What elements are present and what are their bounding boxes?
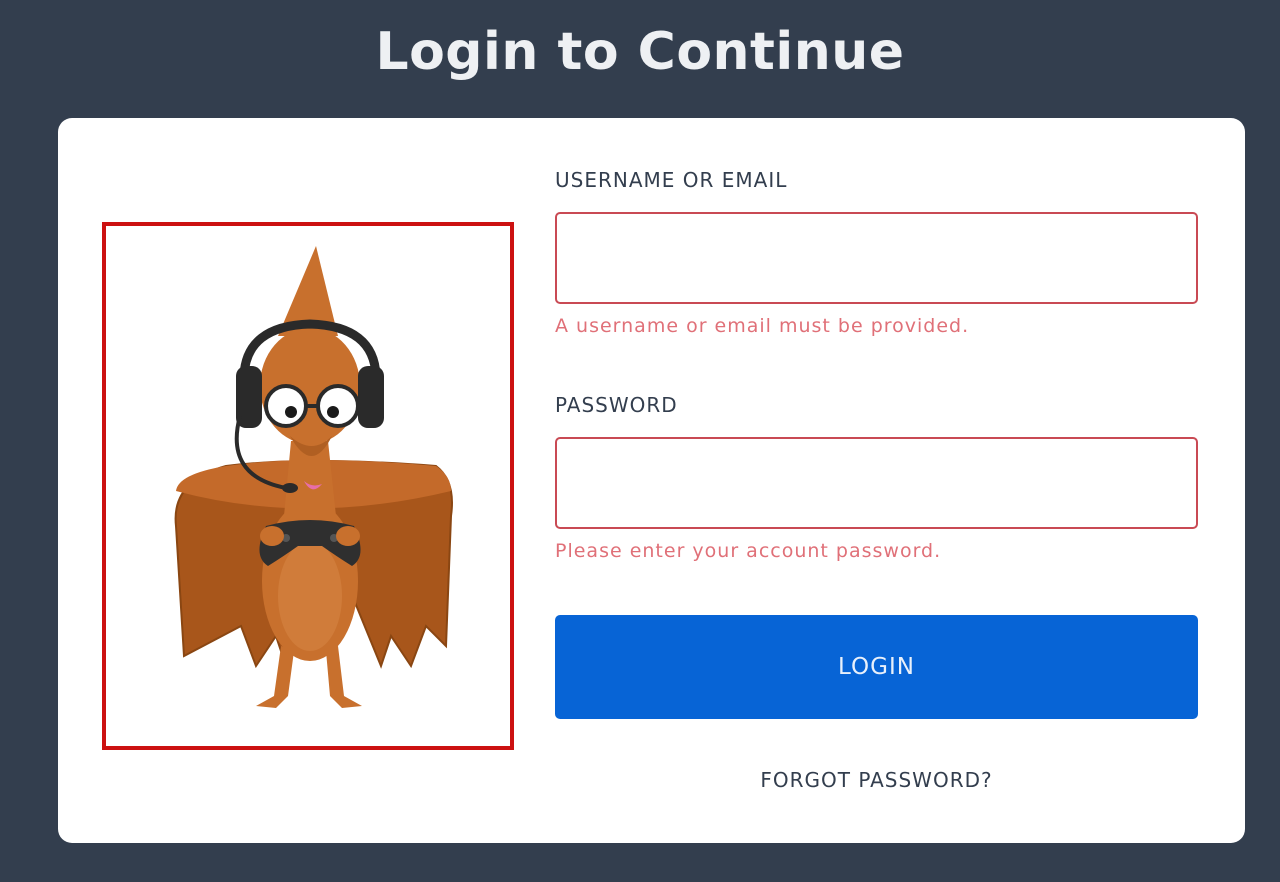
username-label: USERNAME OR EMAIL xyxy=(555,168,788,192)
username-error-message: A username or email must be provided. xyxy=(555,315,970,337)
password-label: PASSWORD xyxy=(555,393,678,417)
page-title: Login to Continue xyxy=(375,22,905,82)
mascot-image xyxy=(102,222,514,750)
login-button[interactable]: LOGIN xyxy=(555,615,1198,719)
login-card: USERNAME OR EMAIL A username or email mu… xyxy=(58,118,1245,843)
pterodactyl-mascot-illustration xyxy=(174,246,453,708)
password-error-message: Please enter your account password. xyxy=(555,540,942,562)
forgot-password-link[interactable]: FORGOT PASSWORD? xyxy=(555,768,1198,792)
username-email-input[interactable] xyxy=(555,212,1198,304)
password-input[interactable] xyxy=(555,437,1198,529)
